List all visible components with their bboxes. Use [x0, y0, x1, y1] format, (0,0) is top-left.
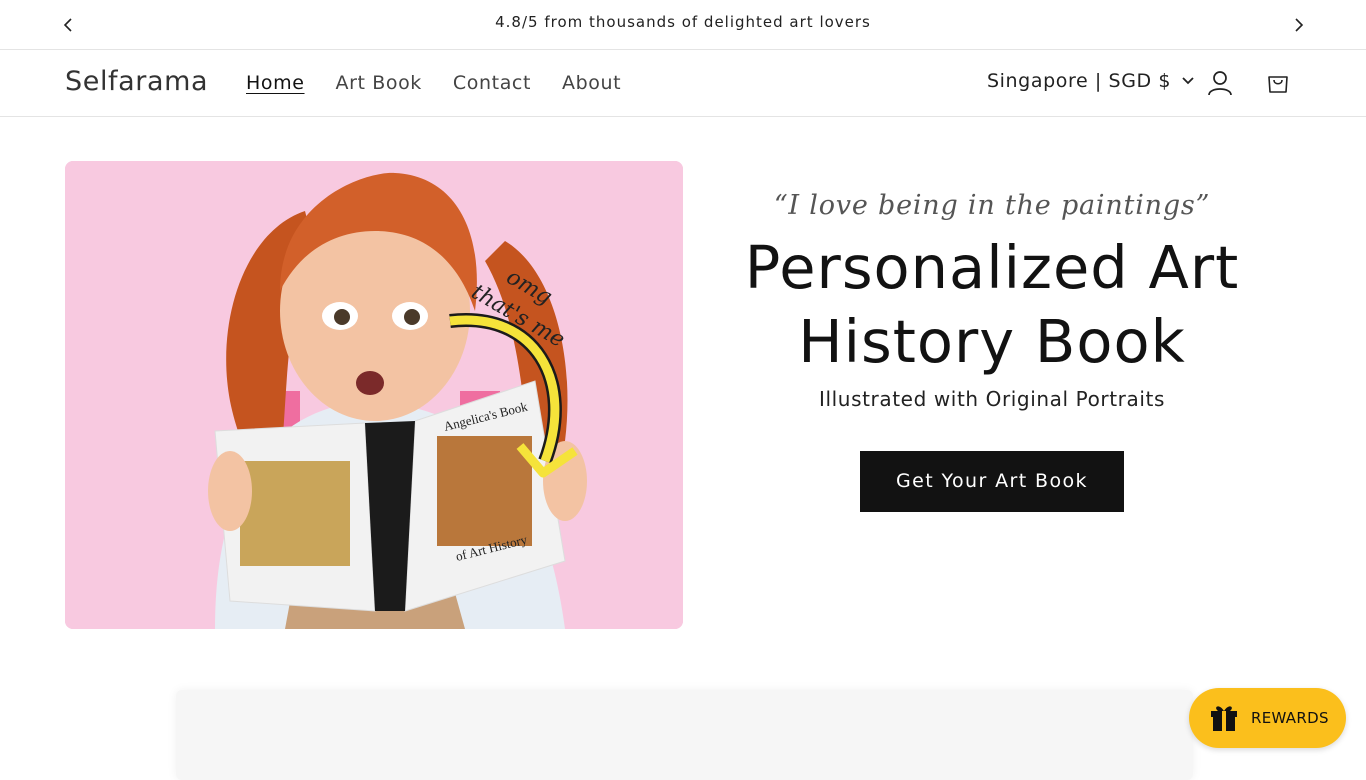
get-art-book-button[interactable]: Get Your Art Book — [860, 451, 1124, 512]
nav-about[interactable]: About — [562, 72, 621, 94]
gift-icon — [1211, 706, 1237, 731]
rewards-button[interactable]: REWARDS — [1189, 688, 1346, 748]
announcement-next-button[interactable] — [1287, 13, 1311, 37]
cart-button[interactable] — [1263, 68, 1293, 98]
site-header: Selfarama Home Art Book Contact About Si… — [0, 50, 1366, 117]
hero-copy: “I love being in the paintings” Personal… — [720, 190, 1264, 512]
locale-label: Singapore | SGD $ — [987, 70, 1172, 92]
announcement-text: 4.8/5 from thousands of delighted art lo… — [495, 12, 871, 31]
hero-quote: “I love being in the paintings” — [773, 190, 1211, 221]
content-panel — [176, 690, 1193, 780]
cart-icon — [1268, 76, 1288, 93]
main-nav: Home Art Book Contact About — [246, 72, 621, 94]
hero-subtitle: Illustrated with Original Portraits — [819, 387, 1165, 411]
hero-title-line-2: History Book — [798, 307, 1186, 376]
announcement-bar: 4.8/5 from thousands of delighted art lo… — [0, 0, 1366, 50]
hero-image: omg that's me Angelica's Book of Art His… — [65, 161, 683, 629]
announcement-prev-button[interactable] — [56, 13, 80, 37]
chevron-left-icon — [63, 18, 72, 32]
user-icon — [1208, 71, 1232, 96]
chevron-down-icon — [1182, 77, 1194, 85]
chevron-right-icon — [1295, 18, 1304, 32]
nav-art-book[interactable]: Art Book — [336, 72, 422, 94]
nav-home[interactable]: Home — [246, 72, 305, 94]
hero-title-line-1: Personalized Art — [744, 233, 1240, 302]
locale-selector[interactable]: Singapore | SGD $ — [987, 70, 1195, 92]
hero-illustration: omg that's me Angelica's Book of Art His… — [65, 161, 683, 629]
rewards-label: REWARDS — [1251, 709, 1329, 727]
account-button[interactable] — [1205, 68, 1235, 98]
site-logo[interactable]: Selfarama — [65, 66, 208, 97]
hero-title: Personalized Art History Book — [720, 231, 1264, 379]
nav-contact[interactable]: Contact — [453, 72, 531, 94]
